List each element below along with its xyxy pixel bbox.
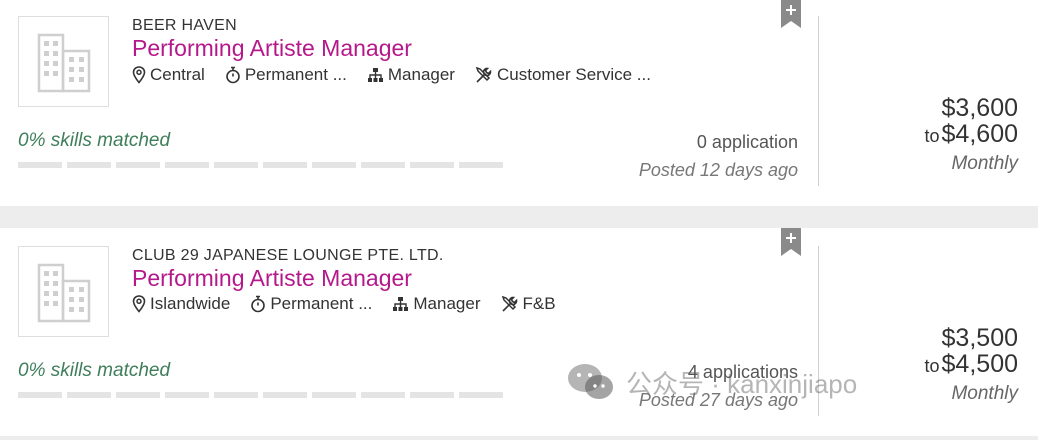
employment-type-meta: Permanent ... [225,65,347,85]
job-card[interactable]: CLUB 29 JAPANESE LOUNGE PTE. LTD. Perfor… [0,228,1038,436]
bookmark-plus-icon[interactable] [781,0,801,28]
skill-bar-segment [67,392,111,398]
posted-date: Posted 12 days ago [638,160,798,180]
level-meta: Manager [392,294,481,314]
skill-bar-segment [165,392,209,398]
card-divider [818,16,819,186]
building-icon [37,33,91,93]
location-text: Central [150,65,205,84]
bookmark-plus-icon[interactable] [781,228,801,256]
salary-max: $4,500 [941,350,1018,378]
job-meta-row: Central Permanent ... Manager Customer S… [132,65,671,85]
card-separator [0,206,1038,228]
location-meta: Central [132,65,205,85]
skill-bar-segment [67,162,111,168]
location-meta: Islandwide [132,294,230,314]
skill-bar-segment [263,392,307,398]
watermark: 公众号 · kanxinjiapo [566,362,857,402]
skills-match-bar [18,162,508,168]
category-meta: F&B [501,294,556,314]
employment-type-text: Permanent ... [270,294,373,313]
salary-period: Monthly [951,383,1018,404]
company-logo-placeholder [18,246,109,337]
skills-matched-text: 0% skills matched [18,130,171,151]
level-text: Manager [387,65,455,84]
location-pin-icon [132,295,146,313]
company-name: BEER HAVEN [132,17,237,34]
skills-matched-text: 0% skills matched [18,360,171,381]
salary-to-label: to [924,126,940,146]
company-logo-placeholder [18,16,109,107]
skill-bar-segment [165,162,209,168]
org-chart-icon [393,297,409,311]
category-meta: Customer Service ... [475,65,651,85]
wechat-icon [568,364,613,399]
skill-bar-segment [361,162,405,168]
skills-match-bar [18,392,508,398]
salary-min: $3,600 [941,94,1018,122]
tools-icon [501,295,517,312]
employment-type-text: Permanent ... [244,65,347,84]
org-chart-icon [367,68,383,82]
employment-type-meta: Permanent ... [250,294,372,314]
category-text: F&B [522,294,556,313]
salary-block: $3,600 to$4,600 Monthly [925,95,1018,179]
salary-period: Monthly [951,153,1018,174]
location-text: Islandwide [150,294,231,313]
category-text: Customer Service ... [496,65,651,84]
skill-bar-segment [410,162,454,168]
building-icon [37,263,91,323]
skill-bar-segment [361,392,405,398]
company-name: CLUB 29 JAPANESE LOUNGE PTE. LTD. [132,247,444,264]
salary-max: $4,600 [941,120,1018,148]
skill-bar-segment [116,392,160,398]
salary-block: $3,500 to$4,500 Monthly [925,325,1018,409]
watermark-text: 公众号 · kanxinjiapo [626,368,858,399]
level-text: Manager [413,294,481,313]
skill-bar-segment [214,162,258,168]
job-meta-row: Islandwide Permanent ... Manager F&B [132,294,576,314]
salary-to-label: to [924,356,940,376]
salary-min: $3,500 [941,324,1018,352]
job-title-link[interactable]: Performing Artiste Manager [132,265,412,292]
level-meta: Manager [367,65,455,85]
application-count: 0 application [696,132,798,152]
job-title-link[interactable]: Performing Artiste Manager [132,35,412,62]
skill-bar-segment [18,162,62,168]
skill-bar-segment [459,162,503,168]
skill-bar-segment [214,392,258,398]
stopwatch-icon [226,66,240,84]
card-separator [0,436,1038,440]
stopwatch-icon [251,295,266,313]
tools-icon [475,66,492,83]
skill-bar-segment [116,162,160,168]
location-pin-icon [132,66,146,84]
skill-bar-segment [18,392,62,398]
skill-bar-segment [410,392,454,398]
skill-bar-segment [312,392,356,398]
job-card[interactable]: BEER HAVEN Performing Artiste Manager Ce… [0,0,1038,206]
skill-bar-segment [459,392,503,398]
skill-bar-segment [312,162,356,168]
skill-bar-segment [263,162,307,168]
